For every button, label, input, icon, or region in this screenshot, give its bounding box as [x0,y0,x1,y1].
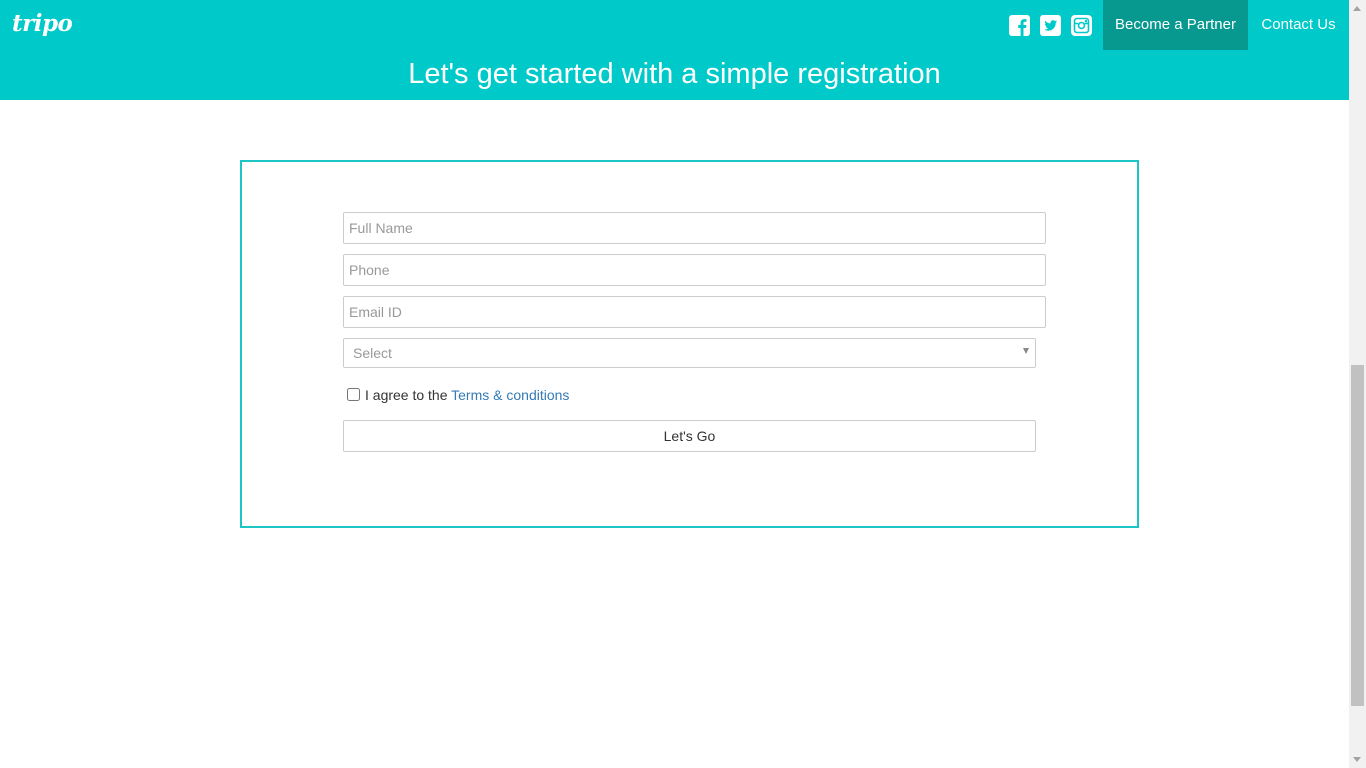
twitter-icon[interactable] [1040,15,1061,36]
terms-agreement: I agree to the Terms & conditions [347,386,569,404]
select-value: Select [353,345,392,361]
contact-us-link[interactable]: Contact Us [1248,0,1349,50]
instagram-icon[interactable] [1071,15,1092,36]
category-select[interactable]: Select [343,338,1036,368]
agree-label: I agree to the [365,387,452,403]
page: tripo Become a Partner Contact Us Let's … [0,0,1366,768]
lets-go-button[interactable]: Let's Go [343,420,1036,452]
chevron-down-icon [1023,348,1029,354]
full-name-input[interactable] [343,212,1046,244]
scroll-up-icon[interactable] [1353,6,1361,11]
agree-checkbox[interactable] [347,388,360,401]
tripo-logo[interactable]: tripo [12,10,73,37]
facebook-icon[interactable] [1009,15,1030,36]
become-partner-button[interactable]: Become a Partner [1103,0,1248,50]
email-input[interactable] [343,296,1046,328]
scroll-down-icon[interactable] [1353,757,1361,762]
terms-link[interactable]: Terms & conditions [451,387,569,403]
scrollbar-thumb[interactable] [1351,365,1364,706]
header-bar: tripo Become a Partner Contact Us Let's … [0,0,1349,100]
phone-input[interactable] [343,254,1046,286]
vertical-scrollbar[interactable] [1349,0,1366,768]
page-title: Let's get started with a simple registra… [408,58,941,90]
